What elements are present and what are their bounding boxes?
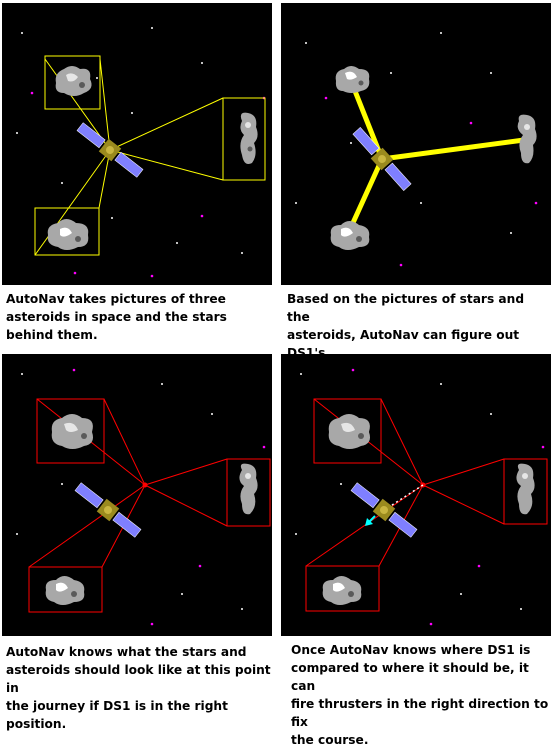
caption-expected-view: AutoNav knows what the stars and asteroi… <box>6 645 271 731</box>
panel-course-correction <box>281 354 551 636</box>
asteroid-icon <box>51 414 93 449</box>
panel-location-determined-scene <box>281 3 551 285</box>
asteroid-icon <box>335 66 370 93</box>
expected-position-marker <box>142 482 148 488</box>
asteroid-icon <box>55 66 92 96</box>
asteroid-icon <box>240 112 258 164</box>
panel-pictures-taken <box>2 3 272 285</box>
panel-expected-view-scene <box>2 354 272 636</box>
panel-course-correction-scene <box>281 354 551 636</box>
caption-course-correction: Once AutoNav knows where DS1 is compared… <box>291 643 549 747</box>
panel-expected-view <box>2 354 272 636</box>
asteroid-icon <box>328 414 370 449</box>
space-background <box>281 354 551 636</box>
caption-pictures-taken: AutoNav takes pictures of three asteroid… <box>6 292 227 342</box>
panel-pictures-taken-scene <box>2 3 272 285</box>
space-background <box>2 3 272 285</box>
panel-location-determined <box>281 3 551 285</box>
space-background <box>2 354 272 636</box>
